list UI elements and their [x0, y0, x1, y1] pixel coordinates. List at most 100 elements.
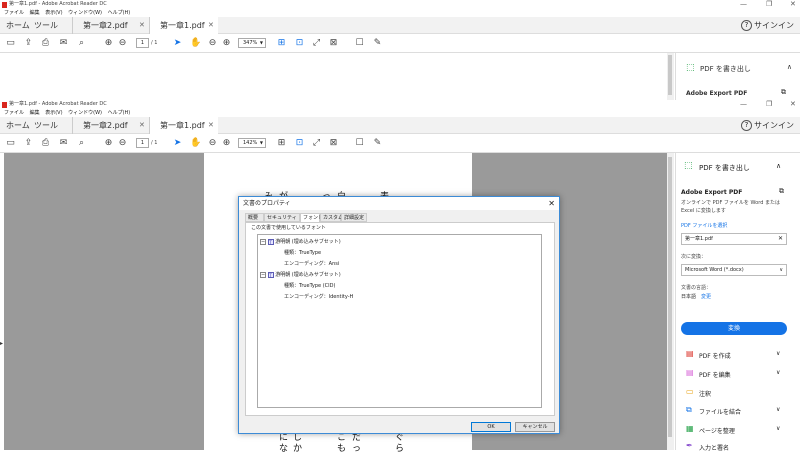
full-screen-icon[interactable]: ⤢ — [311, 38, 322, 49]
menu-edit[interactable]: 編集 — [30, 10, 40, 16]
convert-button[interactable]: 変換 — [681, 322, 787, 335]
export-pdf-label[interactable]: PDF を書き出し — [699, 163, 750, 173]
hand-tool-icon[interactable]: ✋ — [190, 138, 201, 149]
select-tool-icon[interactable]: ➤ — [172, 38, 183, 49]
collapse-icon[interactable]: − — [260, 238, 266, 245]
full-screen-icon[interactable]: ⤢ — [311, 138, 322, 149]
tab-file-2[interactable]: 第一章2.pdf ✕ — [72, 117, 149, 134]
page-up-icon[interactable]: ⊕ — [103, 138, 114, 149]
read-mode-icon[interactable]: ⊠ — [328, 38, 339, 49]
print-icon[interactable]: ⎙ — [40, 138, 51, 149]
save-icon[interactable]: ▭ — [5, 138, 16, 149]
minimize-icon[interactable]: — — [740, 100, 747, 109]
select-pdf-file-link[interactable]: PDF ファイルを選択 — [681, 222, 727, 229]
tab-home[interactable]: ホーム — [6, 117, 30, 134]
font-entry[interactable]: − T 游明朝 (埋め込みサブセット) — [260, 238, 341, 245]
zoom-in-icon[interactable]: ⊕ — [221, 138, 232, 149]
restore-icon[interactable]: ❐ — [766, 0, 772, 9]
mail-icon[interactable]: ✉ — [58, 138, 69, 149]
save-icon[interactable]: ▭ — [5, 38, 16, 49]
hand-tool-icon[interactable]: ✋ — [190, 38, 201, 49]
copy-icon[interactable]: ⧉ — [781, 88, 786, 97]
menu-file[interactable]: ファイル — [4, 110, 24, 116]
mail-icon[interactable]: ✉ — [58, 38, 69, 49]
tab-file-1[interactable]: 第一章1.pdf ✕ — [149, 17, 218, 35]
tab-file-1[interactable]: 第一章1.pdf ✕ — [149, 117, 218, 135]
menu-view[interactable]: 表示(V) — [45, 10, 62, 16]
tool-combine[interactable]: ファイルを結合 — [699, 407, 741, 416]
menu-view[interactable]: 表示(V) — [45, 110, 62, 116]
tab-security[interactable]: セキュリティ — [264, 213, 300, 222]
tab-tools[interactable]: ツール — [34, 117, 58, 134]
read-mode-icon[interactable]: ⊠ — [328, 138, 339, 149]
tool-organize[interactable]: ページを整理 — [699, 426, 735, 435]
menu-help[interactable]: ヘルプ(H) — [108, 10, 131, 16]
upload-icon[interactable]: ⇪ — [23, 138, 34, 149]
menu-file[interactable]: ファイル — [4, 10, 24, 16]
dialog-title-bar[interactable]: 文書のプロパティ ✕ — [239, 197, 559, 210]
menu-window[interactable]: ウィンドウ(W) — [68, 110, 102, 116]
tab-close-icon[interactable]: ✕ — [208, 17, 214, 34]
tab-custom[interactable]: カスタム — [320, 213, 343, 222]
print-icon[interactable]: ⎙ — [40, 38, 51, 49]
chevron-down-icon[interactable]: ∨ — [776, 350, 780, 357]
tool-fill-sign[interactable]: 入力と署名 — [699, 443, 729, 452]
back-scrollbar[interactable] — [667, 53, 674, 100]
chevron-down-icon[interactable]: ∨ — [776, 406, 780, 413]
copy-icon[interactable]: ⧉ — [779, 187, 784, 196]
export-pdf-label[interactable]: PDF を書き出し — [700, 64, 751, 74]
page-number-input[interactable]: 1 — [136, 38, 149, 48]
page-down-icon[interactable]: ⊖ — [117, 38, 128, 49]
page-number-input[interactable]: 1 — [136, 138, 149, 148]
font-list[interactable]: − T 游明朝 (埋め込みサブセット) 種類：TrueType エンコーディング… — [257, 234, 542, 408]
page-up-icon[interactable]: ⊕ — [103, 38, 114, 49]
search-icon[interactable]: ⌕ — [76, 38, 87, 49]
tab-advanced[interactable]: 詳細設定 — [341, 213, 367, 222]
menu-edit[interactable]: 編集 — [30, 110, 40, 116]
help-icon[interactable]: ? — [741, 20, 752, 31]
scroll-mode-icon[interactable]: ⊡ — [294, 138, 305, 149]
scroll-mode-icon[interactable]: ⊡ — [294, 38, 305, 49]
restore-icon[interactable]: ❐ — [766, 100, 772, 109]
tab-overview[interactable]: 概要 — [245, 213, 264, 222]
select-tool-icon[interactable]: ➤ — [172, 138, 183, 149]
document-scrollbar[interactable] — [667, 153, 674, 450]
upload-icon[interactable]: ⇪ — [23, 38, 34, 49]
fit-page-icon[interactable]: ⊞ — [276, 138, 287, 149]
fit-page-icon[interactable]: ⊞ — [276, 38, 287, 49]
selected-file-field[interactable]: 第一章1.pdf ✕ — [681, 233, 787, 245]
signin-link[interactable]: サインイン — [754, 17, 794, 34]
tab-close-icon[interactable]: ✕ — [208, 117, 214, 134]
zoom-out-icon[interactable]: ⊖ — [207, 138, 218, 149]
tab-home[interactable]: ホーム — [6, 17, 30, 34]
close-icon[interactable]: ✕ — [790, 100, 796, 109]
ok-button[interactable]: OK — [471, 422, 511, 432]
collapse-icon[interactable]: − — [260, 271, 266, 278]
tool-edit-pdf[interactable]: PDF を編集 — [699, 370, 731, 379]
convert-format-select[interactable]: Microsoft Word (*.docx) ∨ — [681, 264, 787, 276]
font-entry[interactable]: − T 游明朝 (埋め込みサブセット) — [260, 271, 341, 278]
menu-window[interactable]: ウィンドウ(W) — [68, 10, 102, 16]
page-down-icon[interactable]: ⊖ — [117, 138, 128, 149]
chevron-up-icon[interactable]: ∧ — [787, 63, 792, 71]
tab-file-2[interactable]: 第一章2.pdf ✕ — [72, 17, 149, 34]
zoom-in-icon[interactable]: ⊕ — [221, 38, 232, 49]
tool-comment[interactable]: 注釈 — [699, 389, 711, 398]
chevron-up-icon[interactable]: ∧ — [776, 162, 781, 170]
search-icon[interactable]: ⌕ — [76, 138, 87, 149]
tab-close-icon[interactable]: ✕ — [139, 17, 145, 34]
close-icon[interactable]: ✕ — [790, 0, 796, 9]
cancel-button[interactable]: キャンセル — [515, 422, 555, 432]
zoom-select[interactable]: 142% ▼ — [238, 138, 266, 148]
tab-tools[interactable]: ツール — [34, 17, 58, 34]
change-language-link[interactable]: 変更 — [701, 293, 711, 300]
chevron-down-icon[interactable]: ∨ — [776, 369, 780, 376]
highlight-pen-icon[interactable]: ✎ — [372, 138, 383, 149]
clear-file-icon[interactable]: ✕ — [778, 234, 783, 244]
dialog-close-icon[interactable]: ✕ — [548, 197, 555, 210]
minimize-icon[interactable]: — — [740, 0, 747, 9]
comment-icon[interactable]: ☐ — [354, 138, 365, 149]
highlight-pen-icon[interactable]: ✎ — [372, 38, 383, 49]
help-icon[interactable]: ? — [741, 120, 752, 131]
chevron-down-icon[interactable]: ∨ — [776, 425, 780, 432]
